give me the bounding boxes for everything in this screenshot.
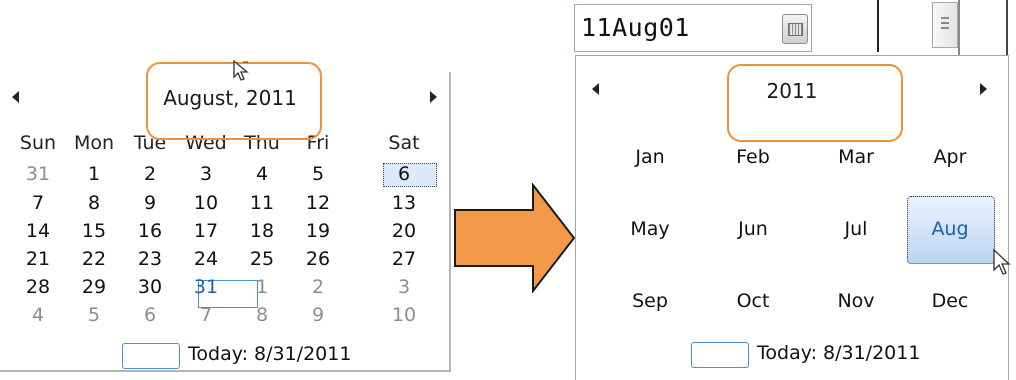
date-input[interactable]: 11Aug01 bbox=[574, 4, 812, 52]
weekday-sat: Sat bbox=[388, 132, 420, 154]
day-cell[interactable]: 5 bbox=[66, 301, 122, 329]
month-cell-sep[interactable]: Sep bbox=[610, 290, 690, 312]
day-cell[interactable]: 3 bbox=[376, 273, 432, 301]
date-input-value[interactable]: 11Aug01 bbox=[581, 13, 690, 42]
day-cell[interactable]: 29 bbox=[66, 273, 122, 301]
month-cell-mar[interactable]: Mar bbox=[816, 146, 896, 168]
month-cell-may[interactable]: May bbox=[610, 218, 690, 240]
day-cell[interactable]: 31 bbox=[178, 273, 234, 301]
day-cell[interactable]: 27 bbox=[376, 245, 432, 273]
next-year-icon[interactable] bbox=[980, 83, 987, 95]
mouse-pointer-icon bbox=[232, 59, 258, 85]
day-cell[interactable]: 2 bbox=[290, 273, 346, 301]
today-marker-box[interactable] bbox=[691, 342, 749, 368]
day-cell[interactable]: 11 bbox=[234, 189, 290, 217]
prev-month-icon[interactable] bbox=[12, 91, 19, 103]
month-cell-jul[interactable]: Jul bbox=[816, 218, 896, 240]
month-cell-feb[interactable]: Feb bbox=[713, 146, 793, 168]
day-cell[interactable]: 7 bbox=[10, 189, 66, 217]
month-cell-dec[interactable]: Dec bbox=[910, 290, 990, 312]
day-cell[interactable]: 4 bbox=[10, 301, 66, 329]
day-cell[interactable]: 2 bbox=[122, 160, 178, 188]
day-cell[interactable]: 1 bbox=[66, 160, 122, 188]
day-cell[interactable]: 6 bbox=[376, 160, 432, 188]
day-cell[interactable]: 16 bbox=[122, 217, 178, 245]
weekday-sun: Sun bbox=[19, 132, 57, 154]
today-label[interactable]: Today: 8/31/2011 bbox=[757, 342, 920, 364]
day-cell[interactable]: 30 bbox=[122, 273, 178, 301]
day-cell[interactable]: 26 bbox=[290, 245, 346, 273]
day-cell[interactable]: 20 bbox=[376, 217, 432, 245]
day-cell[interactable]: 1 bbox=[234, 273, 290, 301]
day-cell[interactable]: 10 bbox=[178, 189, 234, 217]
day-calendar: August, 2011 Sun Mon Tue Wed Thu Fri Sat… bbox=[0, 59, 452, 372]
day-cell[interactable]: 8 bbox=[234, 301, 290, 329]
day-cell[interactable]: 5 bbox=[290, 160, 346, 188]
weekday-mon: Mon bbox=[73, 132, 115, 154]
day-cell[interactable]: 28 bbox=[10, 273, 66, 301]
day-cell[interactable]: 17 bbox=[178, 217, 234, 245]
month-cell-oct[interactable]: Oct bbox=[713, 290, 793, 312]
today-marker-box[interactable] bbox=[122, 343, 180, 369]
calendar-border bbox=[449, 72, 451, 372]
month-cell-aug[interactable]: Aug bbox=[910, 218, 990, 240]
calendar-dropdown-icon[interactable] bbox=[782, 14, 808, 44]
day-cell[interactable]: 7 bbox=[178, 301, 234, 329]
day-cell[interactable]: 31 bbox=[10, 160, 66, 188]
month-cell-jan[interactable]: Jan bbox=[610, 146, 690, 168]
month-calendar: 2011 Jan Feb Mar Apr May Jun Jul Aug Sep Oct Nov De… bbox=[575, 55, 1011, 380]
day-cell[interactable]: 25 bbox=[234, 245, 290, 273]
day-cell[interactable]: 21 bbox=[10, 245, 66, 273]
day-cell[interactable]: 14 bbox=[10, 217, 66, 245]
today-label[interactable]: Today: 8/31/2011 bbox=[188, 343, 351, 365]
day-cell[interactable]: 19 bbox=[290, 217, 346, 245]
month-cell-jun[interactable]: Jun bbox=[713, 218, 793, 240]
day-cell[interactable]: 12 bbox=[290, 189, 346, 217]
day-cell[interactable]: 23 bbox=[122, 245, 178, 273]
day-cell[interactable]: 9 bbox=[290, 301, 346, 329]
day-cell[interactable]: 4 bbox=[234, 160, 290, 188]
day-cell[interactable]: 18 bbox=[234, 217, 290, 245]
day-cell[interactable]: 3 bbox=[178, 160, 234, 188]
calendar-border bbox=[0, 370, 451, 372]
title-highlight-outline bbox=[727, 64, 903, 142]
day-cell[interactable]: 6 bbox=[122, 301, 178, 329]
month-cell-nov[interactable]: Nov bbox=[816, 290, 896, 312]
day-cell[interactable]: 9 bbox=[122, 189, 178, 217]
day-cell[interactable]: 8 bbox=[66, 189, 122, 217]
column-divider bbox=[877, 0, 879, 52]
day-cell[interactable]: 22 bbox=[66, 245, 122, 273]
day-cell[interactable]: 10 bbox=[376, 301, 432, 329]
day-cell[interactable]: 15 bbox=[66, 217, 122, 245]
transition-arrow-icon bbox=[453, 182, 577, 294]
next-month-icon[interactable] bbox=[430, 91, 437, 103]
day-cell[interactable]: 13 bbox=[376, 189, 432, 217]
day-cell[interactable]: 24 bbox=[178, 245, 234, 273]
prev-year-icon[interactable] bbox=[592, 83, 599, 95]
month-cell-apr[interactable]: Apr bbox=[910, 146, 990, 168]
scroll-grip[interactable] bbox=[932, 2, 958, 48]
mouse-pointer-icon bbox=[992, 248, 1014, 278]
